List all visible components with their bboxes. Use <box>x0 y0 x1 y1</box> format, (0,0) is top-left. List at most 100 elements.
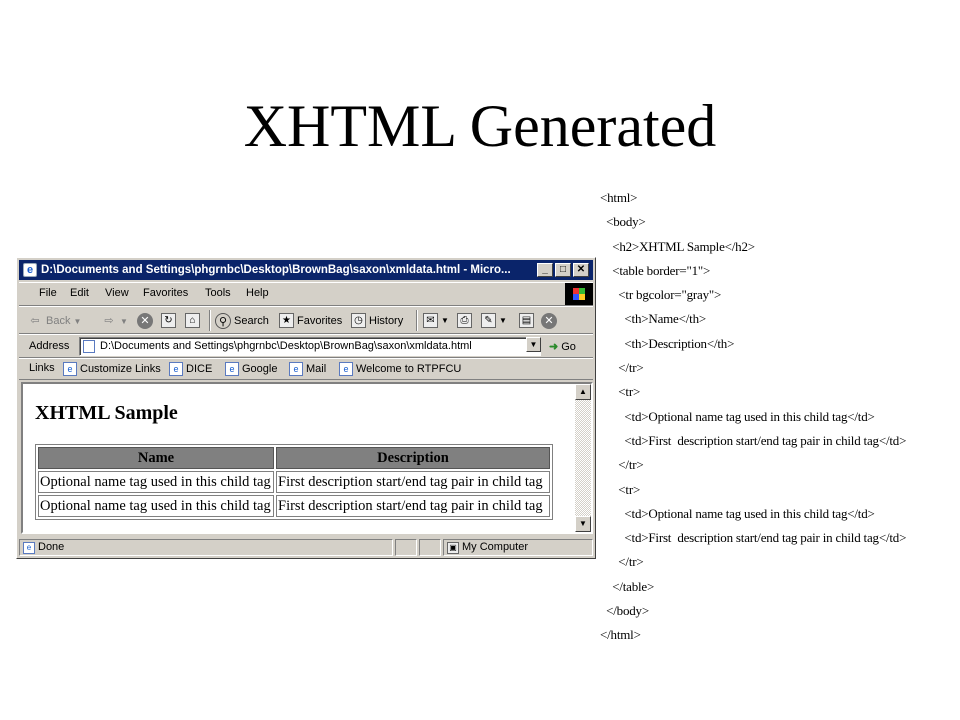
document-heading: XHTML Sample <box>35 402 178 424</box>
menu-view[interactable]: View <box>105 287 129 299</box>
ie-icon: e <box>23 263 37 277</box>
go-arrow-icon: ➜ <box>549 341 559 353</box>
print-icon: ⎙ <box>457 313 472 328</box>
column-header-name: Name <box>38 447 274 469</box>
back-dropdown-icon: ▼ <box>73 316 82 326</box>
close-button[interactable]: ✕ <box>573 263 589 277</box>
menu-edit[interactable]: Edit <box>70 287 89 299</box>
page-content: XHTML Sample Name Description Optional n… <box>21 382 593 534</box>
mail-button[interactable]: ✉ ▼ <box>423 313 449 328</box>
document-table: Name Description Optional name tag used … <box>35 444 553 520</box>
link-customize-links[interactable]: e Customize Links <box>63 362 161 376</box>
scroll-up-icon[interactable]: ▲ <box>575 384 591 400</box>
edit-button[interactable]: ✎ ▼ <box>481 313 507 328</box>
history-button[interactable]: ◷ History <box>351 313 403 328</box>
messenger-icon: ✕ <box>541 313 557 329</box>
go-button[interactable]: ➜ Go <box>549 340 576 354</box>
code-line: </html> <box>600 627 641 643</box>
code-line: <th>Description</th> <box>600 335 735 351</box>
status-done: e Done <box>19 539 393 556</box>
status-zone: ▣ My Computer <box>443 539 593 556</box>
link-page-icon: e <box>169 362 183 376</box>
link-dice[interactable]: e DICE <box>169 362 212 376</box>
links-bar: Links e Customize Links e DICE e Google … <box>19 358 593 380</box>
page-icon <box>83 340 95 353</box>
back-arrow-icon: ⇦ <box>30 315 40 327</box>
table-cell: Optional name tag used in this child tag <box>38 471 274 493</box>
link-page-icon: e <box>339 362 353 376</box>
forward-button[interactable]: ⇨ ▼ <box>101 313 128 329</box>
slide-title: XHTML Generated <box>243 93 717 159</box>
mail-icon: ✉ <box>423 313 438 328</box>
address-value: D:\Documents and Settings\phgrnbc\Deskto… <box>100 340 472 352</box>
table-cell: Optional name tag used in this child tag <box>38 495 274 517</box>
code-line: </body> <box>600 603 649 619</box>
menu-tools[interactable]: Tools <box>205 287 231 299</box>
print-button[interactable]: ⎙ <box>457 313 472 328</box>
edit-icon: ✎ <box>481 313 496 328</box>
link-google[interactable]: e Google <box>225 362 277 376</box>
code-line: <table border="1"> <box>600 262 711 278</box>
table-header-row: Name Description <box>38 447 550 469</box>
menu-favorites[interactable]: Favorites <box>143 287 188 299</box>
discuss-button[interactable]: ▤ <box>519 313 534 328</box>
address-label: Address <box>29 340 70 352</box>
code-line: <td>Optional name tag used in this child… <box>600 408 875 424</box>
windows-logo-icon <box>565 283 593 305</box>
maximize-button[interactable]: □ <box>555 263 571 277</box>
code-line: </tr> <box>600 457 644 473</box>
menu-help[interactable]: Help <box>246 287 269 299</box>
minimize-button[interactable]: _ <box>537 263 553 277</box>
back-button[interactable]: ⇦ Back ▼ <box>27 313 81 329</box>
mail-dropdown-icon: ▼ <box>441 316 449 325</box>
code-line: <tr bgcolor="gray"> <box>600 287 722 303</box>
menu-bar: File Edit View Favorites Tools Help <box>19 282 593 306</box>
back-label: Back <box>46 315 71 327</box>
window-titlebar[interactable]: e D:\Documents and Settings\phgrnbc\Desk… <box>19 260 593 280</box>
favorites-button[interactable]: ★ Favorites <box>279 313 342 328</box>
links-label: Links <box>29 362 55 374</box>
favorites-icon: ★ <box>279 313 294 328</box>
forward-arrow-icon: ⇨ <box>104 315 114 327</box>
address-bar: Address D:\Documents and Settings\phgrnb… <box>19 334 593 358</box>
home-button[interactable]: ⌂ <box>185 313 200 328</box>
address-dropdown-icon[interactable]: ▼ <box>526 337 541 352</box>
messenger-button[interactable]: ✕ <box>541 313 557 329</box>
menu-file[interactable]: File <box>39 287 57 299</box>
table-row: Optional name tag used in this child tag… <box>38 495 550 517</box>
code-line: </tr> <box>600 554 644 570</box>
table-row: Optional name tag used in this child tag… <box>38 471 550 493</box>
search-button[interactable]: ⚲ Search <box>215 313 269 329</box>
history-icon: ◷ <box>351 313 366 328</box>
forward-dropdown-icon: ▼ <box>120 316 128 326</box>
link-mail[interactable]: e Mail <box>289 362 326 376</box>
vertical-scrollbar[interactable]: ▲ ▼ <box>575 384 591 532</box>
address-input[interactable]: D:\Documents and Settings\phgrnbc\Deskto… <box>79 337 541 356</box>
column-header-description: Description <box>276 447 550 469</box>
code-line: <td>First description start/end tag pair… <box>600 432 907 448</box>
standard-toolbar: ⇦ Back ▼ ⇨ ▼ ✕ ↻ ⌂ ⚲ Search ★ Favorites … <box>19 306 593 334</box>
window-title: D:\Documents and Settings\phgrnbc\Deskto… <box>41 264 511 276</box>
page-icon: e <box>23 542 35 554</box>
code-line: <td>Optional name tag used in this child… <box>600 505 875 521</box>
discuss-icon: ▤ <box>519 313 534 328</box>
scroll-down-icon[interactable]: ▼ <box>575 516 591 532</box>
history-label: History <box>369 314 404 327</box>
stop-button[interactable]: ✕ <box>137 313 153 329</box>
code-line: <tr> <box>600 481 641 497</box>
code-line: <body> <box>600 214 646 230</box>
browser-window: e D:\Documents and Settings\phgrnbc\Desk… <box>16 257 596 559</box>
refresh-button[interactable]: ↻ <box>161 313 176 328</box>
go-label: Go <box>561 340 576 353</box>
favorites-label: Favorites <box>297 314 343 327</box>
status-bar: e Done ▣ My Computer <box>19 538 593 557</box>
link-welcome-rtpfcu[interactable]: e Welcome to RTPFCU <box>339 362 461 376</box>
code-line: <th>Name</th> <box>600 311 707 327</box>
code-line: <h2>XHTML Sample</h2> <box>600 238 755 254</box>
search-label: Search <box>234 315 269 327</box>
link-page-icon: e <box>225 362 239 376</box>
code-line: </tr> <box>600 360 644 376</box>
refresh-icon: ↻ <box>161 313 176 328</box>
link-page-icon: e <box>63 362 77 376</box>
table-cell: First description start/end tag pair in … <box>276 471 550 493</box>
